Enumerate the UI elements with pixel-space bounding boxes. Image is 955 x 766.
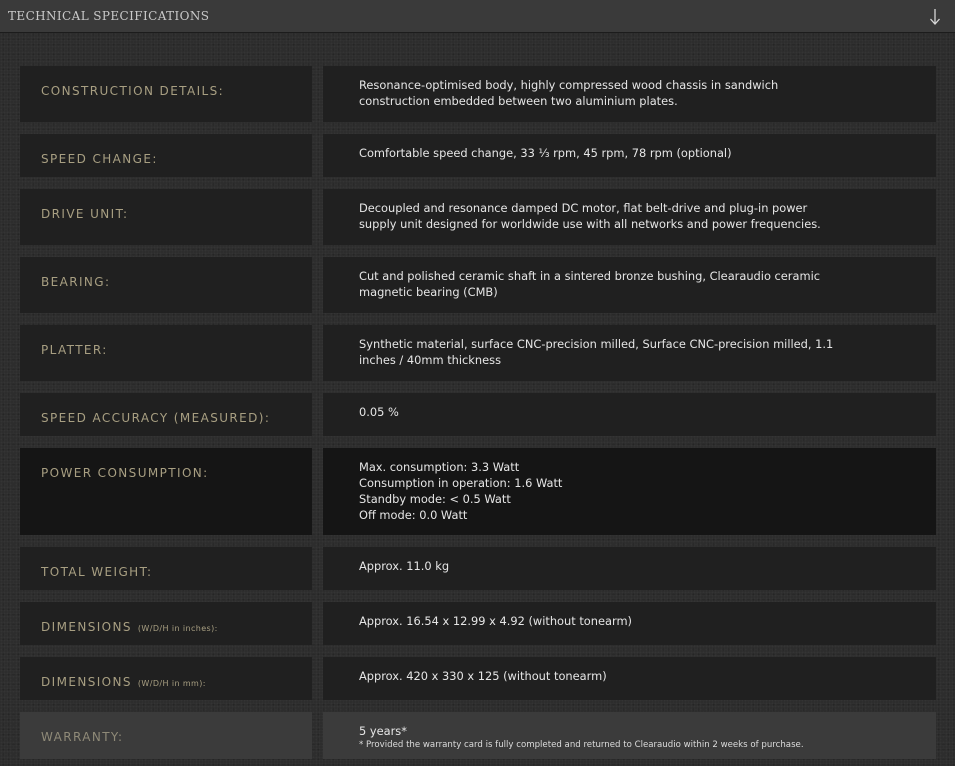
spec-value-cell: Approx. 11.0 kg [323, 547, 936, 590]
spec-label-cell: SPEED CHANGE: [20, 134, 312, 177]
spec-label-unit: (W/D/H in inches): [137, 624, 218, 633]
spec-row: PLATTER: Synthetic material, surface CNC-… [20, 325, 936, 381]
spec-value-line: Max. consumption: 3.3 Watt [359, 460, 520, 474]
warranty-note: * Provided the warranty card is fully co… [359, 740, 804, 750]
spec-label-cell: DRIVE UNIT: [20, 189, 312, 245]
spec-value-line: inches / 40mm thickness [359, 353, 501, 367]
spec-row: DIMENSIONS (W/D/H in mm): Approx. 420 x 33… [20, 657, 936, 700]
spec-label: DRIVE UNIT: [41, 207, 129, 221]
spec-value-line: Approx. 11.0 kg [359, 559, 450, 573]
spec-label: POWER CONSUMPTION: [41, 466, 209, 480]
spec-value-line: Approx. 16.54 x 12.99 x 4.92 (without to… [359, 614, 633, 628]
spec-row: SPEED ACCURACY (MEASURED): 0.05 % [20, 393, 936, 436]
spec-value-cell: Synthetic material, surface CNC-precisio… [323, 325, 936, 381]
spec-value-line: supply unit designed for worldwide use w… [359, 217, 821, 231]
specifications-table: CONSTRUCTION DETAILS: Resonance-optimised… [20, 66, 936, 759]
spec-label-cell: DIMENSIONS (W/D/H in inches): [20, 602, 312, 645]
spec-label: CONSTRUCTION DETAILS: [41, 84, 225, 98]
arrow-down-icon[interactable] [927, 3, 943, 29]
spec-label-cell: BEARING: [20, 257, 312, 313]
spec-value-cell: Decoupled and resonance damped DC motor,… [323, 189, 936, 245]
spec-row: CONSTRUCTION DETAILS: Resonance-optimised… [20, 66, 936, 122]
spec-row: POWER CONSUMPTION: Max. consumption: 3.3 … [20, 448, 936, 535]
spec-value-cell: Max. consumption: 3.3 Watt Consumption in… [323, 448, 936, 535]
spec-value-line: Cut and polished ceramic shaft in a sint… [359, 269, 820, 283]
spec-label: SPEED CHANGE: [41, 152, 158, 166]
spec-row: TOTAL WEIGHT: Approx. 11.0 kg [20, 547, 936, 590]
spec-value-line: Comfortable speed change, 33 ⅓ rpm, 45 r… [359, 146, 732, 160]
spec-value-line: construction embedded between two alumin… [359, 94, 678, 108]
spec-value-line: 5 years* [359, 724, 407, 738]
spec-value-cell: Cut and polished ceramic shaft in a sint… [323, 257, 936, 313]
spec-label-cell: WARRANTY: [20, 712, 312, 759]
spec-row: BEARING: Cut and polished ceramic shaft i… [20, 257, 936, 313]
spec-value-line: Approx. 420 x 330 x 125 (without tonearm… [359, 669, 607, 683]
spec-value-cell: Approx. 16.54 x 12.99 x 4.92 (without to… [323, 602, 936, 645]
spec-row: WARRANTY: 5 years* * Provided the warranty… [20, 712, 936, 759]
spec-label: DIMENSIONS [41, 620, 132, 634]
spec-value-line: magnetic bearing (CMB) [359, 285, 498, 299]
spec-label: PLATTER: [41, 343, 108, 357]
spec-label: DIMENSIONS [41, 675, 132, 689]
spec-label-unit: (W/D/H in mm): [137, 679, 206, 688]
spec-label-cell: TOTAL WEIGHT: [20, 547, 312, 590]
section-title: TECHNICAL SPECIFICATIONS [8, 9, 210, 23]
spec-value-line: Off mode: 0.0 Watt [359, 508, 468, 522]
spec-label-cell: SPEED ACCURACY (MEASURED): [20, 393, 312, 436]
spec-value-cell: Comfortable speed change, 33 ⅓ rpm, 45 r… [323, 134, 936, 177]
spec-label: SPEED ACCURACY (MEASURED): [41, 411, 271, 425]
spec-label-cell: CONSTRUCTION DETAILS: [20, 66, 312, 122]
spec-row: DRIVE UNIT: Decoupled and resonance dampe… [20, 189, 936, 245]
spec-label-cell: DIMENSIONS (W/D/H in mm): [20, 657, 312, 700]
spec-value-cell: 0.05 % [323, 393, 936, 436]
spec-row: DIMENSIONS (W/D/H in inches): Approx. 16.5… [20, 602, 936, 645]
spec-value-line: 0.05 % [359, 405, 399, 419]
spec-label: TOTAL WEIGHT: [41, 565, 153, 579]
spec-label: BEARING: [41, 275, 111, 289]
spec-label-cell: PLATTER: [20, 325, 312, 381]
spec-value-line: Synthetic material, surface CNC-precisio… [359, 337, 834, 351]
spec-row: SPEED CHANGE: Comfortable speed change, 3… [20, 134, 936, 177]
spec-label-cell: POWER CONSUMPTION: [20, 448, 312, 535]
spec-value-line: Decoupled and resonance damped DC motor,… [359, 201, 808, 215]
spec-value-cell: Approx. 420 x 330 x 125 (without tonearm… [323, 657, 936, 700]
spec-value-line: Standby mode: < 0.5 Watt [359, 492, 511, 506]
spec-value-line: Consumption in operation: 1.6 Watt [359, 476, 563, 490]
spec-value-cell: Resonance-optimised body, highly compres… [323, 66, 936, 122]
spec-value-line: Resonance-optimised body, highly compres… [359, 78, 779, 92]
section-header[interactable]: TECHNICAL SPECIFICATIONS [0, 0, 955, 33]
spec-label: WARRANTY: [41, 730, 124, 744]
spec-value-cell: 5 years* * Provided the warranty card is … [323, 712, 936, 759]
